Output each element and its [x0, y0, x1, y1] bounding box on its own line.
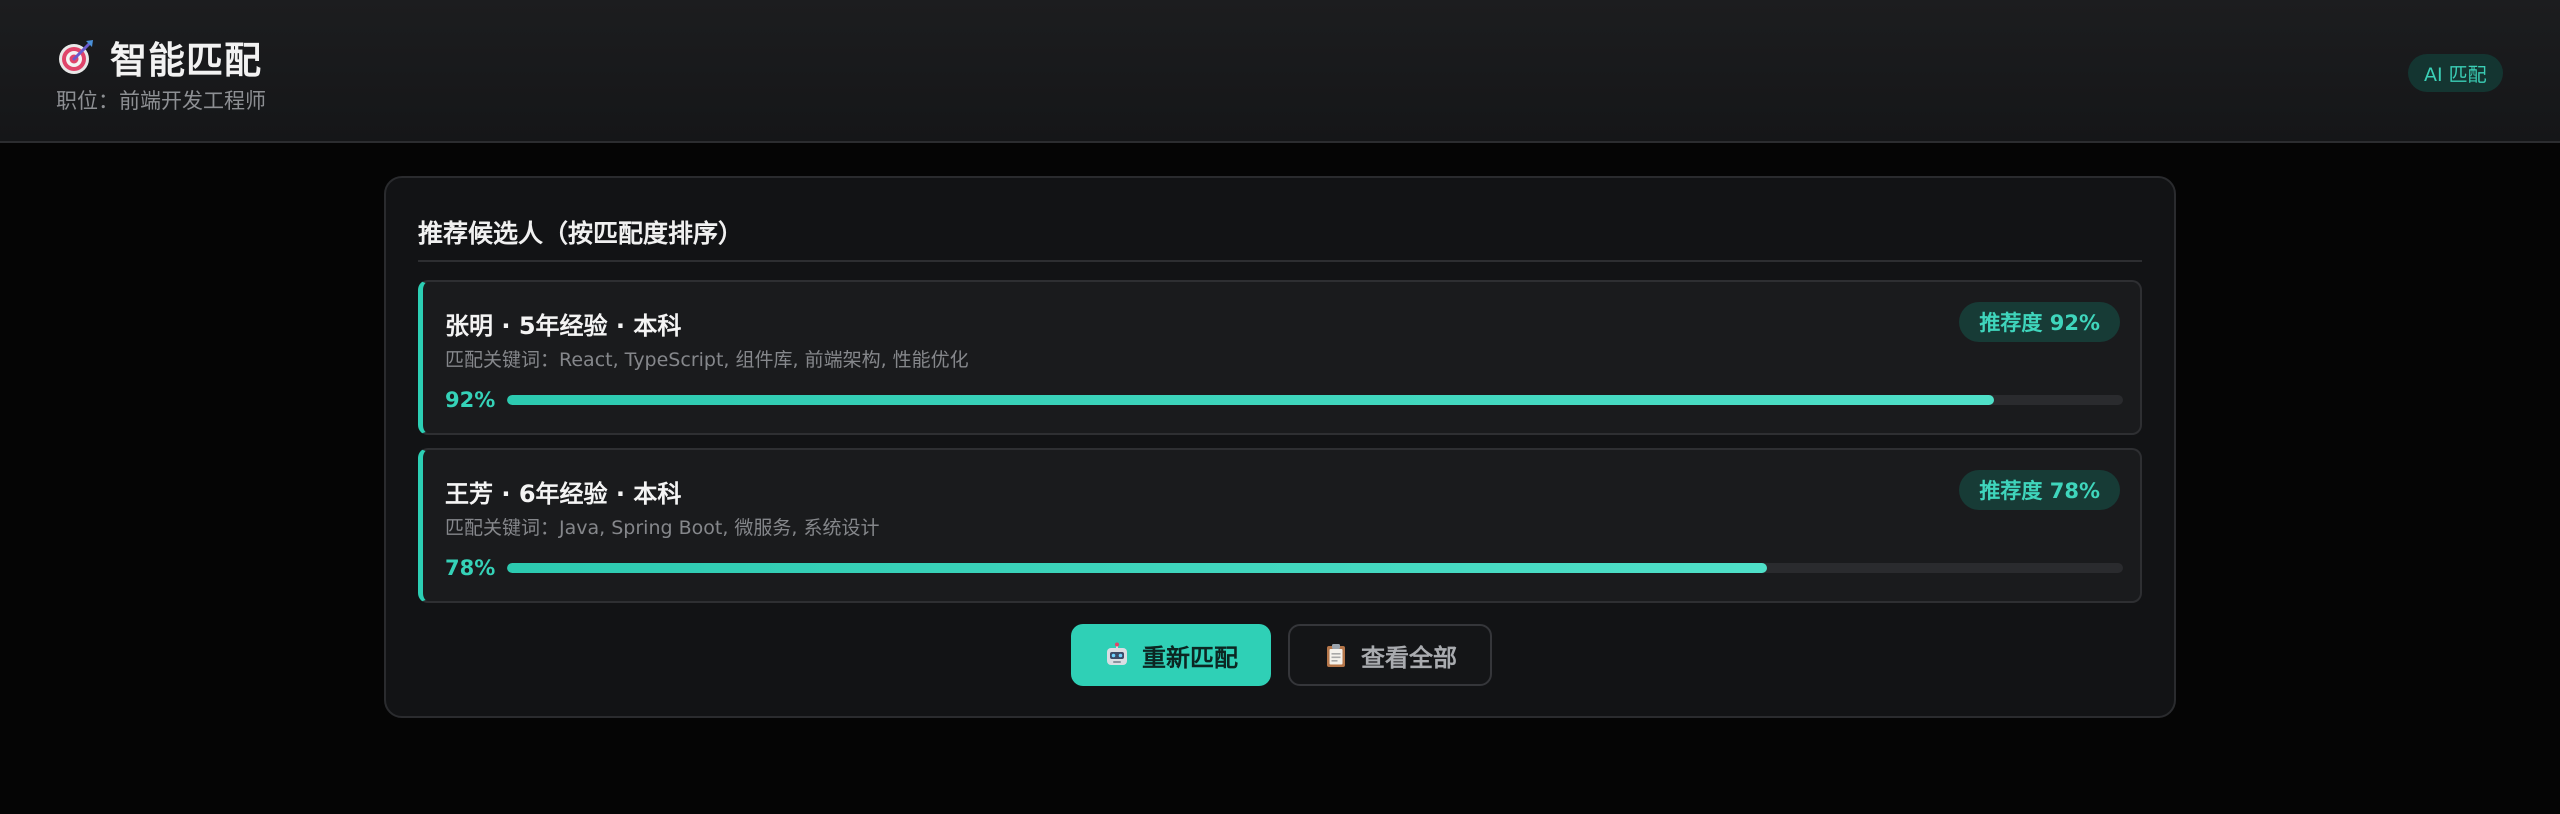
candidate-name: 张明 · 5年经验 · 本科	[445, 312, 682, 340]
rematch-label: 重新匹配	[1142, 643, 1238, 672]
candidate-name: 王芳 · 6年经验 · 本科	[445, 480, 682, 508]
page-title: 智能匹配	[110, 39, 262, 82]
panel-divider	[418, 260, 2142, 262]
job-position-subtitle: 职位：前端开发工程师	[56, 89, 266, 113]
robot-icon	[1107, 642, 1127, 665]
candidate-card[interactable]: 张明 · 5年经验 · 本科 匹配关键词：React, TypeScript, …	[418, 280, 2142, 435]
candidate-card[interactable]: 王芳 · 6年经验 · 本科 匹配关键词：Java, Spring Boot, …	[418, 448, 2142, 603]
keywords-value: React, TypeScript, 组件库, 前端架构, 性能优化	[559, 349, 969, 371]
ai-match-badge: AI 匹配	[2408, 54, 2503, 92]
candidates-panel: 推荐候选人（按匹配度排序） 张明 · 5年经验 · 本科 匹配关键词：React…	[384, 176, 2176, 718]
match-progress-fill	[507, 395, 1994, 405]
keywords-label: 匹配关键词：	[445, 517, 560, 539]
match-percent: 92%	[445, 388, 496, 412]
recommendation-badge: 推荐度 78%	[1959, 470, 2120, 510]
app-header: 智能匹配 职位：前端开发工程师 AI 匹配	[0, 0, 2560, 143]
clipboard-icon	[1327, 644, 1345, 667]
recommendation-badge: 推荐度 92%	[1959, 302, 2120, 342]
match-progress-bar	[507, 395, 2123, 405]
rematch-button[interactable]: 重新匹配	[1071, 624, 1271, 686]
panel-title: 推荐候选人（按匹配度排序）	[418, 219, 744, 248]
keywords-value: Java, Spring Boot, 微服务, 系统设计	[559, 517, 880, 539]
target-icon	[59, 40, 93, 74]
match-progress-bar	[507, 563, 2123, 573]
candidate-keywords: 匹配关键词：Java, Spring Boot, 微服务, 系统设计	[445, 513, 879, 540]
header-title-group: 智能匹配	[56, 30, 262, 84]
keywords-label: 匹配关键词：	[445, 349, 560, 371]
view-all-label: 查看全部	[1361, 643, 1457, 672]
match-percent: 78%	[445, 556, 496, 580]
view-all-button[interactable]: 查看全部	[1288, 624, 1492, 686]
match-progress-fill	[507, 563, 1768, 573]
candidate-keywords: 匹配关键词：React, TypeScript, 组件库, 前端架构, 性能优化	[445, 345, 969, 372]
